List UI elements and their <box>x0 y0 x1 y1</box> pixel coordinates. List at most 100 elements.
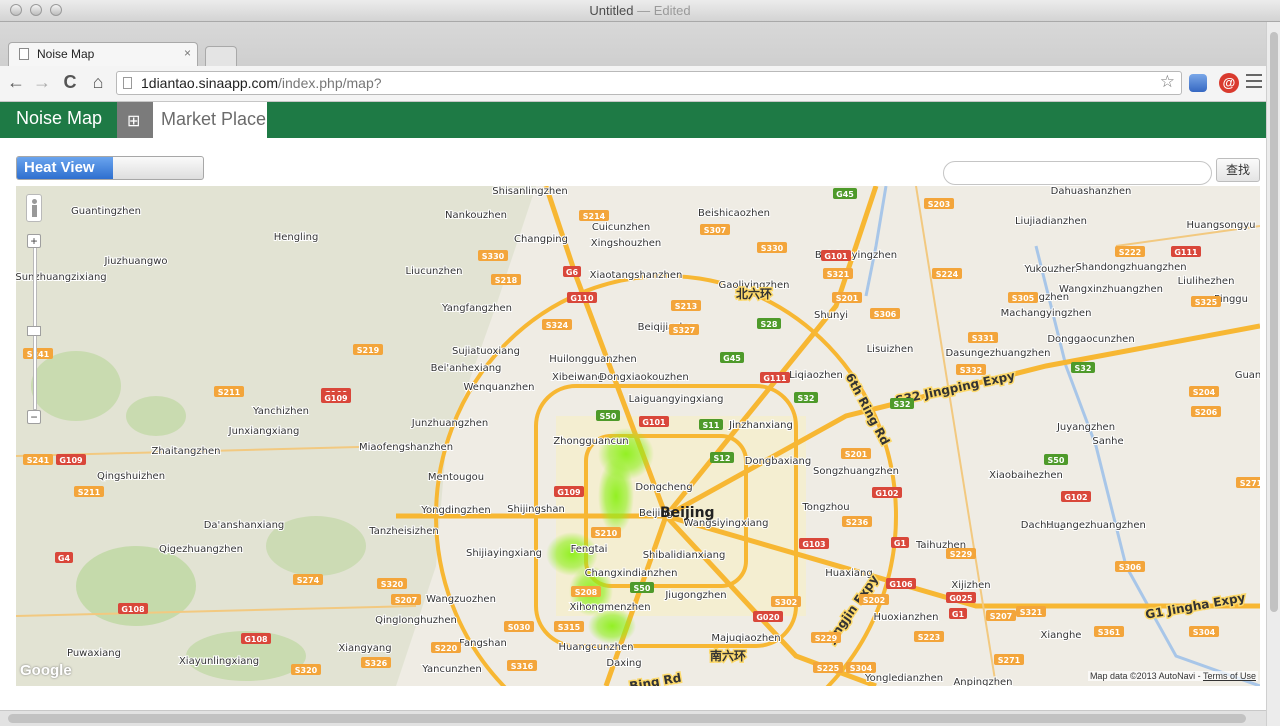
zoom-slider-handle[interactable] <box>27 326 41 336</box>
place-label: Xihongmenzhen <box>569 602 650 613</box>
place-label: Da'anshanxiang <box>204 520 285 531</box>
place-label: Sunzhuangzixiang <box>16 272 107 283</box>
reload-icon[interactable]: C <box>60 72 80 93</box>
place-label: Qigezhuangzhen <box>159 544 243 555</box>
route-shield: S224 <box>932 268 962 279</box>
place-label: Daxing <box>606 658 641 669</box>
svg-text:S305: S305 <box>1012 294 1035 303</box>
svg-text:S204: S204 <box>1193 388 1216 397</box>
place-label: Sanhe <box>1092 436 1123 447</box>
route-shield: S236 <box>842 516 872 527</box>
map-view[interactable]: Shisanlingzhen Dahuashanzhen Guantingzhen N… <box>16 186 1260 686</box>
zoom-in-button[interactable]: + <box>27 234 41 248</box>
place-label: Hengling <box>274 232 319 243</box>
heat-view-toggle[interactable]: Heat View <box>16 156 204 180</box>
route-shield: G101 <box>821 250 851 261</box>
forward-icon[interactable]: → <box>32 72 52 93</box>
place-label: Jiugongzhen <box>664 590 726 601</box>
route-shield: S316 <box>507 660 537 671</box>
route-shield: S208 <box>571 586 601 597</box>
search-button[interactable]: 查找 <box>1216 158 1260 182</box>
marketplace-tab[interactable]: Market Place <box>153 102 267 138</box>
tab-noise-map[interactable]: Noise Map × <box>8 42 198 66</box>
place-label: Anpingzhen <box>953 677 1012 686</box>
svg-text:G111: G111 <box>1174 248 1198 257</box>
place-label: Changxindianzhen <box>585 568 678 579</box>
svg-text:S332: S332 <box>960 366 982 375</box>
place-label: Dasungezhuangzhen <box>945 348 1050 359</box>
place-label: Xiaobaihezhen <box>989 470 1063 481</box>
back-icon[interactable]: ← <box>6 72 26 93</box>
terms-link[interactable]: Terms of Use <box>1203 671 1256 681</box>
place-label: Yongdingzhen <box>420 505 490 516</box>
scroll-thumb[interactable] <box>8 714 1246 723</box>
route-shield: S327 <box>669 324 699 335</box>
menu-icon[interactable] <box>1246 74 1262 92</box>
place-label: Huangezhuangzhen <box>1046 520 1146 531</box>
svg-text:S211: S211 <box>78 488 101 497</box>
route-shield: G108 <box>241 633 271 644</box>
place-label: Dahuashanzhen <box>1051 186 1132 197</box>
place-label: Junzhuangzhen <box>411 418 488 429</box>
vertical-scrollbar[interactable] <box>1266 22 1280 726</box>
place-label: Shandongzhuangzhen <box>1075 262 1186 273</box>
route-shield: G102 <box>1061 491 1091 502</box>
scroll-thumb[interactable] <box>1270 32 1278 612</box>
svg-text:G101: G101 <box>642 418 666 427</box>
place-label: Xiangyang <box>338 643 391 654</box>
place-label: Songzhuangzhen <box>813 466 899 477</box>
place-label: Huoxianzhen <box>874 612 939 623</box>
close-tab-icon[interactable]: × <box>184 46 191 60</box>
route-shield: S210 <box>591 527 621 538</box>
zoom-out-button[interactable]: − <box>27 410 41 424</box>
svg-text:S030: S030 <box>508 623 531 632</box>
place-label: Dongbaxiang <box>745 456 812 467</box>
place-label: Changping <box>514 234 568 245</box>
map-attribution: Map data ©2013 AutoNavi - Terms of Use <box>1087 671 1258 681</box>
svg-text:S331: S331 <box>972 334 995 343</box>
bookmark-star-icon[interactable]: ☆ <box>1160 72 1175 92</box>
map-canvas[interactable]: Shisanlingzhen Dahuashanzhen Guantingzhen N… <box>16 186 1260 686</box>
windows-flag-icon[interactable]: ⊞ <box>117 102 153 138</box>
route-shield: S207 <box>986 610 1016 621</box>
place-label: Dongcheng <box>635 482 692 493</box>
app-brand[interactable]: Noise Map <box>16 108 102 129</box>
address-text[interactable]: 1diantao.sinaapp.com/index.php/map? <box>141 75 382 91</box>
route-shield: S229 <box>946 548 976 559</box>
route-shield: G6 <box>563 266 581 277</box>
place-label: Jiuzhuangwo <box>103 256 167 267</box>
search-input[interactable] <box>943 161 1212 185</box>
horizontal-scrollbar[interactable] <box>0 710 1266 726</box>
place-label: Huangsongyu <box>1187 220 1256 231</box>
place-label: Guan <box>1235 370 1260 381</box>
address-bar[interactable]: 1diantao.sinaapp.com/index.php/map? ☆ <box>116 71 1182 95</box>
route-shield: S331 <box>968 332 998 343</box>
route-shield: S222 <box>1115 246 1145 257</box>
route-shield: S271 <box>994 654 1024 665</box>
svg-text:G025: G025 <box>949 594 973 603</box>
route-shield: S214 <box>579 210 609 221</box>
extension-at-icon[interactable]: @ <box>1219 73 1239 93</box>
svg-text:S316: S316 <box>511 662 534 671</box>
svg-text:G6: G6 <box>566 268 579 277</box>
svg-text:S210: S210 <box>595 529 618 538</box>
route-shield: S307 <box>700 224 730 235</box>
route-shield: S12 <box>710 452 734 463</box>
place-label: Mentougou <box>428 472 484 483</box>
extension-icon[interactable] <box>1189 74 1207 92</box>
route-shield: G109 <box>321 392 351 403</box>
home-icon[interactable]: ⌂ <box>88 72 108 93</box>
route-shield: S361 <box>1094 626 1124 637</box>
new-tab-button[interactable] <box>205 46 237 66</box>
svg-text:S307: S307 <box>704 226 726 235</box>
app-header: Noise Map ⊞ Market Place <box>0 102 1266 138</box>
place-label: Juyangzhen <box>1056 422 1115 433</box>
place-label: Xianghe <box>1041 630 1082 641</box>
street-view-pegman-icon[interactable] <box>26 194 42 222</box>
svg-text:S330: S330 <box>482 252 505 261</box>
road-label: 南六环 <box>710 648 746 663</box>
svg-text:S241: S241 <box>27 456 50 465</box>
route-shield: S241 <box>23 454 53 465</box>
route-shield: G45 <box>833 188 857 199</box>
place-label: Wangxinzhuangzhen <box>1059 284 1163 295</box>
